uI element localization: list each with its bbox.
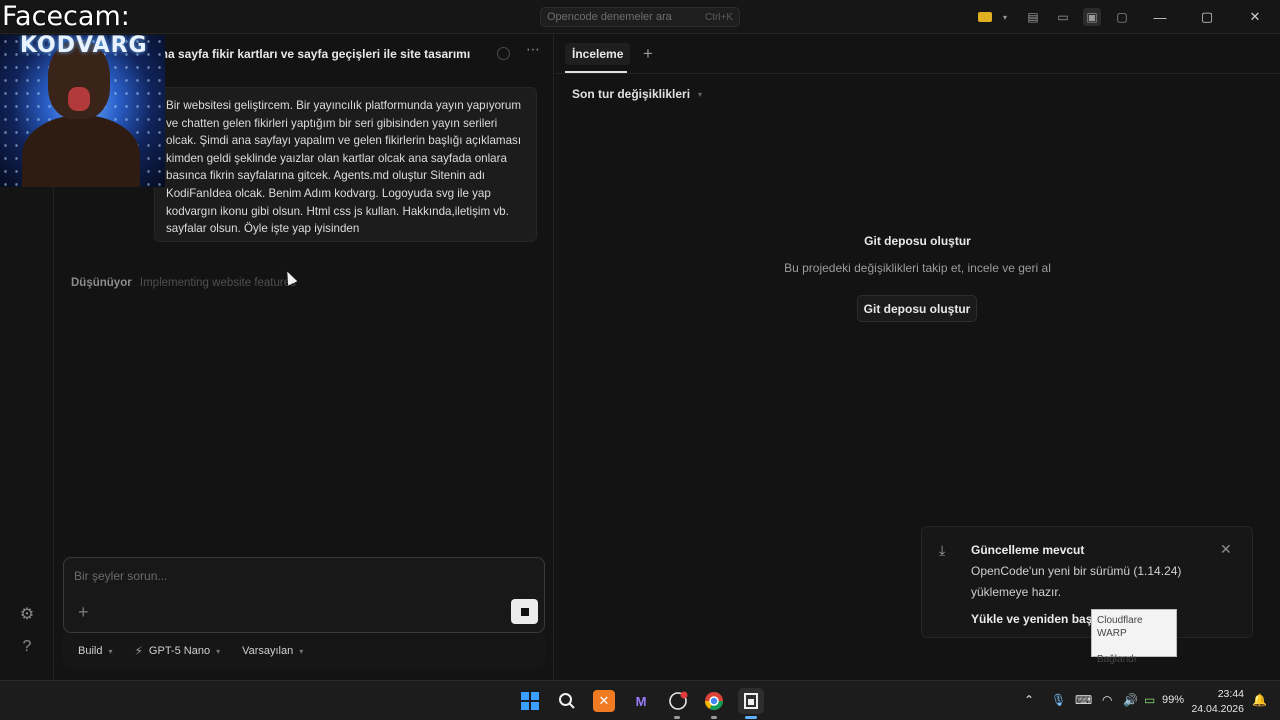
- empty-state-subtitle: Bu projedeki değişiklikleri takip et, in…: [784, 261, 1051, 275]
- keyboard-icon[interactable]: ⌨: [1075, 693, 1092, 707]
- download-icon: ⤓: [939, 542, 946, 558]
- battery-icon[interactable]: ▭: [1144, 693, 1155, 707]
- agent-label: Build: [78, 645, 103, 657]
- tab-active-indicator: [565, 71, 627, 73]
- toast-body: OpenCode'un yeni bir sürümü (1.14.24) yü…: [971, 564, 1182, 599]
- empty-state-title: Git deposu oluştur: [864, 234, 971, 248]
- minimize-button[interactable]: —: [1137, 0, 1183, 34]
- chevron-down-icon: ▾: [216, 646, 221, 656]
- toast-title: Güncelleme mevcut: [971, 543, 1085, 557]
- model-select[interactable]: ⚡ GPT-5 Nano ▾: [134, 644, 220, 658]
- variant-label: Varsayılan: [242, 645, 294, 657]
- session-status-icon: [497, 47, 510, 60]
- thinking-label: Düşünüyor: [71, 277, 132, 289]
- help-icon[interactable]: ?: [17, 637, 37, 657]
- tab-review[interactable]: İnceleme: [565, 43, 631, 65]
- review-panel-icon[interactable]: ▣: [1083, 8, 1101, 26]
- files-icon[interactable]: ▢: [1113, 8, 1131, 26]
- battery-percent: 99%: [1162, 694, 1185, 706]
- running-indicator: [674, 716, 680, 719]
- folder-open-icon[interactable]: [976, 8, 994, 26]
- wifi-icon[interactable]: ◠: [1102, 693, 1112, 707]
- clock[interactable]: 23:44 24.04.2026: [1190, 687, 1244, 717]
- chrome-icon[interactable]: [703, 690, 725, 712]
- terminal-icon[interactable]: ▭: [1054, 8, 1072, 26]
- close-icon[interactable]: ✕: [1220, 541, 1232, 558]
- github-desktop-icon[interactable]: [667, 690, 689, 712]
- add-tab-icon[interactable]: +: [643, 44, 653, 64]
- search-shortcut: Ctrl+K: [704, 11, 733, 23]
- composer-toolbar: Build ▾ ⚡ GPT-5 Nano ▾ Varsayılan ▾: [63, 633, 545, 669]
- install-restart-button[interactable]: Yükle ve yeniden başlat: [971, 612, 1106, 626]
- session-title: ana sayfa fikir kartları ve sayfa geçişl…: [154, 47, 471, 61]
- thinking-indicator: Düşünüyor Implementing website features: [71, 277, 296, 289]
- chevron-down-icon: ▾: [108, 646, 113, 656]
- opencode-app-icon[interactable]: [738, 688, 764, 714]
- microphone-icon[interactable]: 🎙: [1051, 693, 1066, 707]
- user-message: Bir websitesi geliştircem. Bir yayıncılı…: [154, 87, 537, 242]
- title-bar: Opencode denemeler ara Ctrl+K ▾ ▤ ▭ ▣ ▢ …: [0, 0, 1280, 34]
- prompt-input[interactable]: [74, 566, 494, 586]
- facecam-label: Facecam:: [2, 1, 130, 32]
- close-button[interactable]: ✕: [1232, 0, 1278, 34]
- search-bar[interactable]: Opencode denemeler ara Ctrl+K: [540, 7, 740, 27]
- changes-label: Son tur değişiklikleri: [572, 87, 691, 101]
- taskbar: ✕ M ⌃ 🎙 ⌨ ◠ 🔊 ▭ 99% 23:44 24.04.2026 🔔: [0, 680, 1280, 720]
- terminal-badge-icon[interactable]: ▤: [1024, 8, 1042, 26]
- facecam-video: KODVARG: [0, 35, 165, 187]
- model-label: GPT-5 Nano: [148, 645, 211, 657]
- stop-icon: [520, 607, 529, 616]
- agent-select[interactable]: Build ▾: [78, 645, 112, 657]
- facecam-brand-logo: KODVARG: [20, 35, 148, 58]
- composer: +: [63, 557, 545, 633]
- thinking-detail: Implementing website features: [139, 277, 296, 289]
- notifications-icon[interactable]: 🔔: [1252, 693, 1267, 707]
- active-indicator: [745, 716, 757, 719]
- variant-select[interactable]: Varsayılan ▾: [242, 645, 303, 657]
- tray-chevron-up-icon[interactable]: ⌃: [1024, 693, 1034, 707]
- chevron-down-icon: ▾: [698, 89, 703, 99]
- changes-dropdown[interactable]: Son tur değişiklikleri ▾: [572, 87, 702, 101]
- create-git-repo-button[interactable]: Git deposu oluştur: [857, 295, 977, 322]
- facecam-overlay: KODVARG Facecam:: [0, 0, 165, 187]
- stop-button[interactable]: [511, 599, 538, 624]
- chevron-down-icon[interactable]: ▾: [996, 8, 1014, 26]
- volume-icon[interactable]: 🔊: [1123, 693, 1138, 707]
- clock-time: 23:44: [1217, 688, 1244, 700]
- warp-name: Cloudflare WARP: [1097, 615, 1143, 639]
- chevron-down-icon: ▾: [299, 646, 304, 656]
- warp-tooltip: Cloudflare WARP Bağlandı: [1091, 609, 1177, 665]
- tab-bar: İnceleme +: [555, 34, 1280, 74]
- mail-app-icon[interactable]: M: [630, 690, 652, 712]
- update-toast: ⤓ Güncelleme mevcut OpenCode'un yeni bir…: [921, 526, 1253, 638]
- clock-date: 24.04.2026: [1191, 703, 1244, 715]
- settings-icon[interactable]: ⚙: [17, 604, 37, 624]
- search-placeholder: Opencode denemeler ara: [547, 11, 672, 23]
- search-icon[interactable]: [556, 690, 578, 712]
- xampp-icon[interactable]: ✕: [593, 690, 615, 712]
- warp-status: Bağlandı: [1097, 654, 1137, 665]
- maximize-button[interactable]: ▢: [1184, 0, 1230, 34]
- start-windows-icon[interactable]: [519, 690, 541, 712]
- facecam-person-body: [22, 115, 140, 187]
- attach-plus-icon[interactable]: +: [78, 602, 89, 623]
- running-indicator: [711, 716, 717, 719]
- more-options-icon[interactable]: ⋯: [526, 41, 541, 58]
- model-provider-icon: ⚡: [134, 644, 143, 658]
- facecam-person-mouth: [68, 87, 90, 111]
